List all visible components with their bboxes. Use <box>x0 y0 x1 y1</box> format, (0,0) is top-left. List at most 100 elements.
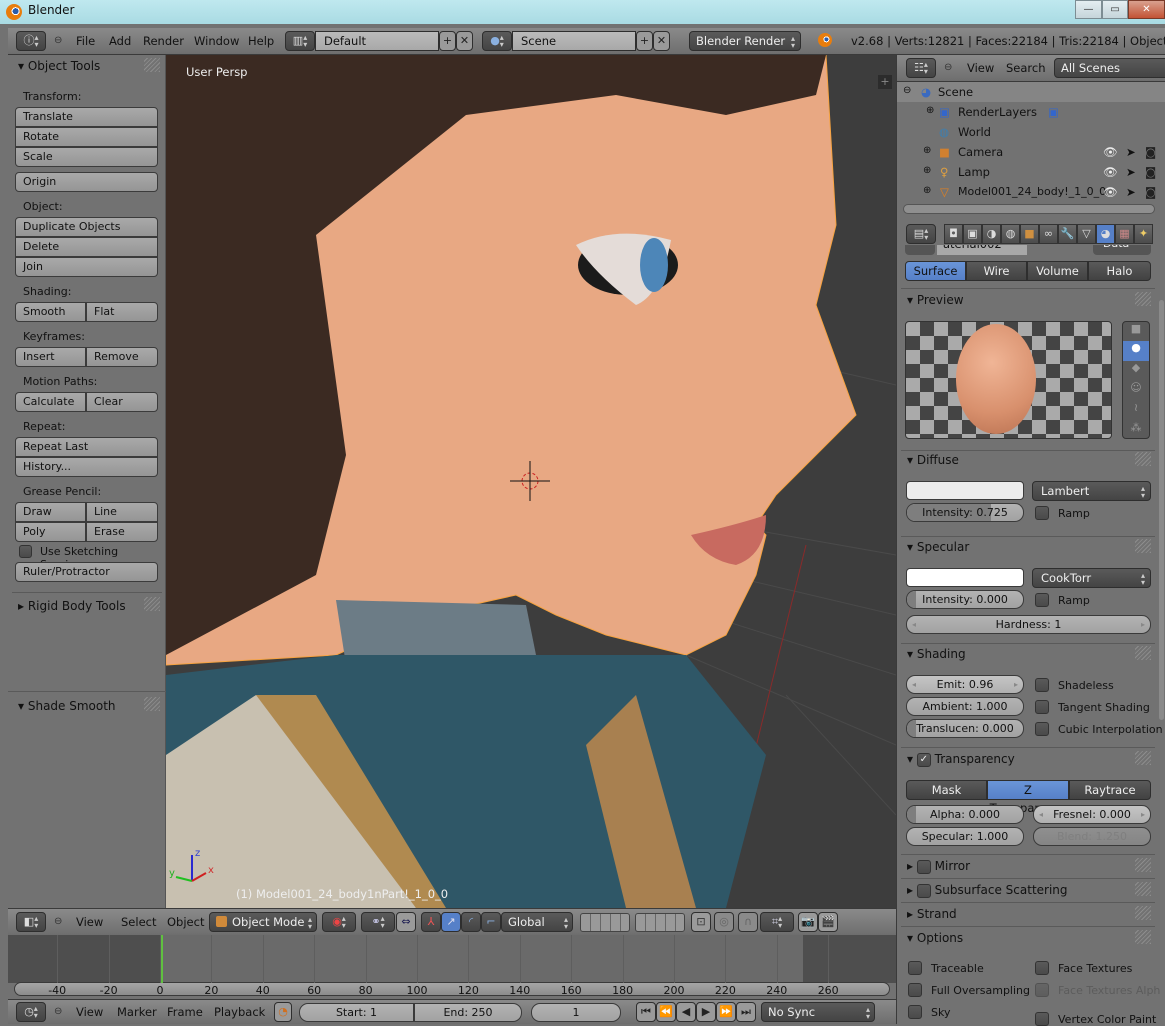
transparency-mode-mask[interactable]: Mask <box>906 780 987 800</box>
expand-icon[interactable]: ⊕ <box>923 185 931 196</box>
tab-modifiers-icon[interactable]: 🔧 <box>1058 224 1077 244</box>
tab-scene-icon[interactable]: ◑ <box>982 224 1001 244</box>
screen-layout-field[interactable]: Default <box>315 31 439 51</box>
proportional-editing-icon[interactable]: ◎ <box>714 912 734 932</box>
specular-alpha-slider[interactable]: Specular: 1.000 <box>906 827 1024 846</box>
current-frame-field[interactable]: 1 <box>531 1003 621 1022</box>
add-scene-button[interactable]: + <box>636 31 653 51</box>
collapse-menus-icon[interactable]: ⊖ <box>54 1006 62 1017</box>
draw-button[interactable]: Draw <box>15 502 86 522</box>
decrement-arrow-icon[interactable]: ◂ <box>1039 806 1043 823</box>
ambient-slider[interactable]: Ambient: 1.000 <box>906 697 1024 716</box>
menu-playback[interactable]: Playback <box>214 1005 265 1019</box>
maximize-button[interactable]: ▭ <box>1102 0 1128 19</box>
scale-button[interactable]: Scale <box>15 147 158 167</box>
menu-help[interactable]: Help <box>248 34 274 48</box>
tab-object-icon[interactable]: ■ <box>1020 224 1039 244</box>
tab-material-icon[interactable]: ◕ <box>1096 224 1115 244</box>
material-browse-button[interactable] <box>905 245 935 255</box>
tab-world-icon[interactable]: ◍ <box>1001 224 1020 244</box>
minimize-button[interactable]: — <box>1075 0 1102 19</box>
render-engine-dropdown[interactable]: Blender Render ▴ ▾ <box>689 31 801 51</box>
tab-volume[interactable]: Volume <box>1027 261 1088 281</box>
translate-button[interactable]: Translate <box>15 107 158 127</box>
visibility-eye-icon[interactable]: 👁 <box>1103 145 1118 159</box>
specular-panel-header[interactable]: ▾ Specular <box>907 540 969 554</box>
pivot-point-dropdown[interactable]: ⚭▴ ▾ <box>361 912 395 932</box>
panel-grip-icon[interactable] <box>1135 906 1151 920</box>
panel-grip-icon[interactable] <box>1135 751 1151 765</box>
jump-to-keyframe-prev-button[interactable]: ⏪ <box>656 1002 676 1022</box>
rotate-manipulator-icon[interactable]: ◜ <box>461 912 481 932</box>
delete-button[interactable]: Delete <box>15 237 158 257</box>
diffuse-color-swatch[interactable] <box>906 481 1024 500</box>
snap-toggle-icon[interactable]: ∩ <box>738 912 758 932</box>
preview-cube-icon[interactable]: ◆ <box>1123 361 1149 381</box>
timeline-editor[interactable]: -40 -20 0 20 40 60 80 100 120 140 160 180 200 220 240 2… <box>8 935 896 999</box>
shade-smooth-panel-header[interactable]: ▾ Shade Smooth <box>18 699 116 713</box>
menu-marker[interactable]: Marker <box>117 1005 157 1019</box>
translucency-slider[interactable]: Translucen: 0.000 <box>906 719 1024 738</box>
tab-surface[interactable]: Surface <box>905 261 966 281</box>
panel-grip-icon[interactable] <box>1135 452 1151 466</box>
increment-arrow-icon[interactable]: ▸ <box>1014 676 1018 693</box>
decrement-arrow-icon[interactable]: ◂ <box>912 616 916 633</box>
manipulator-toggle-icon[interactable]: ⅄ <box>421 912 441 932</box>
specular-shader-dropdown[interactable]: CookTorr ▴ ▾ <box>1032 568 1151 588</box>
start-frame-field[interactable]: Start: 1 <box>299 1003 414 1022</box>
panel-grip-icon[interactable] <box>1135 930 1151 944</box>
tab-particles-icon[interactable]: ✦ <box>1134 224 1153 244</box>
diffuse-panel-header[interactable]: ▾ Diffuse <box>907 453 959 467</box>
outliner-row-scene[interactable]: ⊖ ◕ Scene <box>897 82 1165 102</box>
tangent-shading-checkbox[interactable] <box>1035 700 1049 714</box>
preview-sky-icon[interactable]: ⁂ <box>1123 421 1149 439</box>
scale-manipulator-icon[interactable]: ⌐ <box>481 912 501 932</box>
jump-to-start-button[interactable]: ⏮ <box>636 1002 656 1022</box>
outliner-row-world[interactable]: ◍ World <box>897 122 1165 142</box>
menu-search[interactable]: Search <box>1006 61 1046 75</box>
sync-mode-dropdown[interactable]: No Sync ▴ ▾ <box>761 1002 875 1022</box>
alpha-slider[interactable]: Alpha: 0.000 <box>906 805 1024 824</box>
add-screen-button[interactable]: + <box>439 31 456 51</box>
editor-type-timeline-button[interactable]: ◷▴ ▾ <box>16 1002 46 1022</box>
panel-grip-icon[interactable] <box>144 697 160 711</box>
panel-grip-icon[interactable] <box>1135 858 1151 872</box>
outliner-row-model[interactable]: ⊕ ▽ Model001_24_body!_1_0_0 👁 ➤ ◙ <box>897 182 1165 202</box>
outliner-row-lamp[interactable]: ⊕ ♀ Lamp 👁 ➤ ◙ <box>897 162 1165 182</box>
snap-element-dropdown[interactable]: ⌗▴ ▾ <box>760 912 794 932</box>
specular-hardness-field[interactable]: ◂ Hardness: 1 ▸ <box>906 615 1151 634</box>
panel-grip-icon[interactable] <box>1135 292 1151 306</box>
selectability-cursor-icon[interactable]: ➤ <box>1126 145 1136 159</box>
rigid-body-tools-panel-header[interactable]: ▸ Rigid Body Tools <box>18 599 126 613</box>
renderability-camera-icon[interactable]: ◙ <box>1145 165 1156 179</box>
panel-grip-icon[interactable] <box>1135 882 1151 896</box>
editor-type-outliner-button[interactable]: ☷▴ ▾ <box>906 58 936 78</box>
shadeless-checkbox[interactable] <box>1035 678 1049 692</box>
current-frame-cursor[interactable] <box>160 935 163 983</box>
link-data-dropdown[interactable]: Data <box>1093 245 1151 255</box>
outliner-row-renderlayers[interactable]: ⊕ ▣ RenderLayers ▣ <box>897 102 1165 122</box>
jump-to-end-button[interactable]: ⏭ <box>736 1002 756 1022</box>
properties-region-toggle-icon[interactable]: + <box>878 75 892 89</box>
editor-type-properties-button[interactable]: ▤▴ ▾ <box>906 224 936 244</box>
tab-wire[interactable]: Wire <box>966 261 1027 281</box>
mirror-panel-header[interactable]: ▸ Mirror <box>907 859 970 874</box>
panel-grip-icon[interactable] <box>144 58 160 72</box>
editor-type-info-button[interactable]: ⓘ▴ ▾ <box>16 31 46 51</box>
increment-arrow-icon[interactable]: ▸ <box>1141 616 1145 633</box>
mirror-enable-checkbox[interactable] <box>916 859 931 874</box>
translate-manipulator-icon[interactable]: ↗ <box>441 912 461 932</box>
menu-render[interactable]: Render <box>143 34 184 48</box>
expand-icon[interactable]: ⊕ <box>923 145 931 156</box>
visibility-eye-icon[interactable]: 👁 <box>1103 165 1118 179</box>
increment-arrow-icon[interactable]: ▸ <box>1141 806 1145 823</box>
outliner-row-camera[interactable]: ⊕ ■ Camera 👁 ➤ ◙ <box>897 142 1165 162</box>
jump-to-keyframe-next-button[interactable]: ⏩ <box>716 1002 736 1022</box>
material-name-field[interactable]: aterial002 <box>937 245 1027 255</box>
panel-grip-icon[interactable] <box>1135 646 1151 660</box>
tab-data-icon[interactable]: ▽ <box>1077 224 1096 244</box>
history-button[interactable]: History... <box>15 457 158 477</box>
scene-layers-grid-1[interactable] <box>580 913 630 932</box>
expand-icon[interactable]: ⊕ <box>926 105 934 116</box>
outliner-horizontal-scrollbar[interactable] <box>903 204 1155 214</box>
